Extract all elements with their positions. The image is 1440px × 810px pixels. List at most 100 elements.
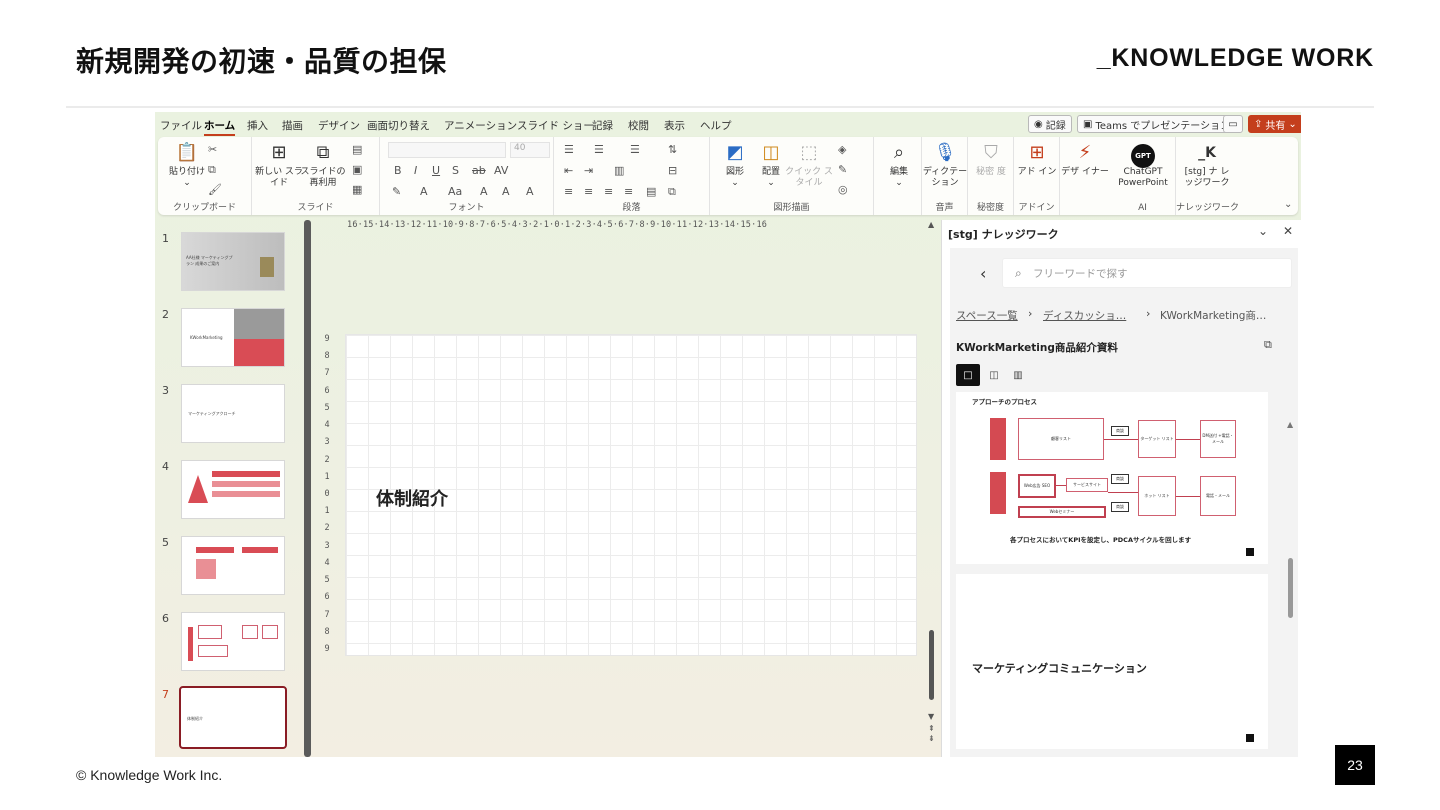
align-right-icon[interactable]: ≡ (604, 185, 613, 198)
view-double-button[interactable]: ◫ (982, 364, 1006, 386)
thumbnail-scrollbar[interactable] (304, 220, 311, 757)
knowledgework-button[interactable]: _K [stg] ナ レッジワーク (1182, 141, 1232, 189)
search-box[interactable]: ⌕ (1002, 258, 1292, 288)
new-slide-button[interactable]: ⊞ 新しい スライド (254, 141, 304, 189)
align-center-icon[interactable]: ≡ (584, 185, 593, 198)
font-size-select[interactable]: 40 (510, 142, 550, 158)
tab-insert[interactable]: 挿入 (247, 118, 268, 133)
bold-icon[interactable]: B (394, 164, 402, 177)
quick-styles-button[interactable]: ⬚ クイック スタイル (784, 141, 834, 189)
scroll-up-icon[interactable]: ▲ (1287, 420, 1293, 429)
thumbnail-6[interactable] (181, 612, 285, 671)
tab-design[interactable]: デザイン (318, 118, 360, 133)
cut-icon[interactable]: ✂ (208, 143, 217, 156)
smartart-icon[interactable]: ⧉ (668, 185, 676, 199)
arrange-label: 配置 (761, 167, 780, 177)
comments-button[interactable]: ▭ (1223, 115, 1243, 133)
canvas-scrollbar[interactable]: ▲ ▼ ⇞ ⇟ (928, 220, 936, 743)
char-spacing-icon[interactable]: AV (494, 164, 508, 177)
font-name-select[interactable] (388, 142, 506, 158)
numbering-icon[interactable]: ☰ (594, 143, 604, 156)
section-icon[interactable]: ▦ (352, 183, 362, 196)
tab-help[interactable]: ヘルプ (700, 118, 732, 133)
chatgpt-button[interactable]: GPT ChatGPT PowerPoint (1114, 141, 1172, 189)
italic-icon[interactable]: I (414, 164, 417, 177)
reset-icon[interactable]: ▣ (352, 163, 362, 176)
tab-home[interactable]: ホーム (204, 118, 236, 136)
breadcrumb-spaces[interactable]: スペース一覧 (956, 308, 1018, 323)
font-color-icon[interactable]: A (420, 185, 428, 198)
shadow-icon[interactable]: S (452, 164, 459, 177)
decrease-indent-icon[interactable]: ⇤ (564, 164, 573, 177)
copy-icon[interactable]: ⧉ (208, 163, 216, 177)
reuse-slide-button[interactable]: ⧉ スライドの 再利用 (298, 141, 348, 189)
dictate-button[interactable]: 🎙 ディクテー ション (920, 141, 970, 189)
align-text-icon[interactable]: ⊟ (668, 164, 677, 177)
tab-record[interactable]: 記録 (592, 118, 613, 133)
next-slide-icon[interactable]: ⇟ (928, 734, 935, 743)
search-input[interactable] (1033, 265, 1283, 283)
bullets-icon[interactable]: ☰ (564, 143, 574, 156)
text-direction-icon[interactable]: ⇅ (668, 143, 677, 156)
line-spacing-icon[interactable]: ☰ (630, 143, 640, 156)
underline-icon[interactable]: U (432, 164, 440, 177)
format-painter-icon[interactable]: 🖌 (208, 183, 222, 196)
thumbnail-1[interactable]: AA社様 マーケティングプラン 成果のご案内 (181, 232, 285, 291)
shape-effects-icon[interactable]: ◎ (838, 183, 848, 196)
tab-transitions[interactable]: 画面切り替え (367, 118, 430, 133)
align-left-icon[interactable]: ≡ (564, 185, 573, 198)
highlight-icon[interactable]: ✎ (392, 185, 401, 198)
canvas-scroll-thumb[interactable] (929, 630, 934, 700)
justify-icon[interactable]: ≡ (624, 185, 633, 198)
slide-preview-card[interactable]: アプローチのプロセス 顧客リスト 商談 ターゲット リスト DM送付 +電話・メ… (956, 392, 1268, 564)
tab-view[interactable]: 表示 (664, 118, 685, 133)
open-external-icon[interactable]: ⧉ (1264, 338, 1272, 352)
scroll-down-icon[interactable]: ▼ (928, 712, 934, 721)
strikethrough-icon[interactable]: ab (472, 164, 486, 177)
prev-slide-icon[interactable]: ⇞ (928, 724, 935, 733)
shape-outline-icon[interactable]: ✎ (838, 163, 847, 176)
breadcrumb-discussion[interactable]: ディスカッショ… (1043, 308, 1126, 323)
close-icon[interactable]: ✕ (1283, 224, 1293, 238)
back-arrow-icon[interactable]: ‹ (980, 264, 986, 283)
designer-button[interactable]: ⚡ デザ イナー (1060, 141, 1110, 178)
pane-options-icon[interactable]: ⌄ (1258, 224, 1268, 238)
slide-preview-card[interactable]: マーケティングコミュニケーション (956, 574, 1268, 749)
clear-format-icon[interactable]: A (526, 185, 534, 198)
view-triple-button[interactable]: ▥ (1006, 364, 1030, 386)
slide-textbox[interactable]: 体制紹介 (376, 485, 448, 511)
change-case-icon[interactable]: Aa (448, 185, 462, 198)
tab-animations[interactable]: アニメーション (444, 118, 517, 133)
grow-font-icon[interactable]: A (480, 185, 488, 198)
sensitivity-button[interactable]: ⛉ 秘密 度 (966, 141, 1016, 178)
tab-review[interactable]: 校閲 (628, 118, 649, 133)
thumbnail-3[interactable]: マーケティングアクローチ (181, 384, 285, 443)
increase-indent-icon[interactable]: ⇥ (584, 164, 593, 177)
thumbnail-2[interactable]: KWorkMarketing (181, 308, 285, 367)
share-button[interactable]: ⇪ 共有 ⌄ (1248, 115, 1301, 133)
addins-button[interactable]: ⊞ アド イン (1012, 141, 1062, 178)
shrink-font-icon[interactable]: A (502, 185, 510, 198)
teams-present-button[interactable]: ▣ Teams でプレゼンテーション (1077, 115, 1237, 133)
shape-fill-icon[interactable]: ◈ (838, 143, 846, 156)
editing-button[interactable]: ⌕ 編集 ⌄ (874, 141, 924, 189)
view-single-button[interactable]: □ (956, 364, 980, 386)
scroll-up-icon[interactable]: ▲ (928, 220, 934, 229)
columns-icon[interactable]: ▥ (614, 164, 624, 177)
thumbnail-5[interactable] (181, 536, 285, 595)
distributed-icon[interactable]: ▤ (646, 185, 656, 198)
record-button[interactable]: ◉ 記録 (1028, 115, 1072, 133)
thumbnail-4[interactable] (181, 460, 285, 519)
pane-scroll-thumb[interactable] (1288, 558, 1293, 618)
paste-button[interactable]: 📋 貼り付け ⌄ (162, 141, 212, 189)
pane-scrollbar[interactable]: ▲ (1287, 420, 1295, 757)
thumbnail-7-selected[interactable]: 体制紹介 (179, 686, 287, 749)
collapse-ribbon-icon[interactable]: ⌄ (1284, 199, 1292, 210)
tab-file[interactable]: ファイル (160, 118, 202, 133)
double-view-icon: ◫ (989, 369, 999, 381)
slide-canvas[interactable]: 体制紹介 (345, 334, 917, 656)
tab-slideshow[interactable]: スライド ショー (517, 118, 594, 133)
layout-icon[interactable]: ▤ (352, 143, 362, 156)
ribbon: 📋 貼り付け ⌄ ✂ ⧉ 🖌 クリップボード ⊞ 新しい スライド ⧉ スライドの… (158, 137, 1298, 215)
tab-draw[interactable]: 描画 (282, 118, 303, 133)
